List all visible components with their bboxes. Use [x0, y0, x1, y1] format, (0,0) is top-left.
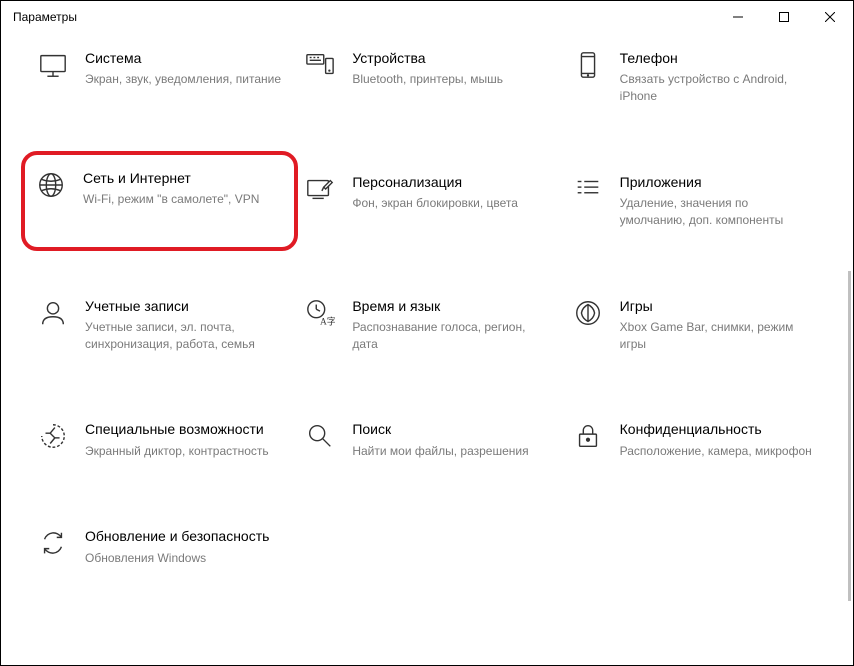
tile-title: Персонализация: [352, 173, 549, 191]
minimize-button[interactable]: [715, 1, 761, 33]
tile-title: Специальные возможности: [85, 420, 282, 438]
apps-icon: [572, 173, 604, 205]
search-icon: [304, 420, 336, 452]
tile-desc: Bluetooth, принтеры, мышь: [352, 71, 549, 88]
tile-desc: Найти мои файлы, разрешения: [352, 443, 549, 460]
privacy-icon: [572, 420, 604, 452]
tile-desc: Расположение, камера, микрофон: [620, 443, 817, 460]
update-icon: [37, 527, 69, 559]
gaming-icon: [572, 297, 604, 329]
tile-network[interactable]: Сеть и Интернет Wi-Fi, режим "в самолете…: [21, 151, 298, 251]
tile-accessibility[interactable]: Специальные возможности Экранный диктор,…: [31, 416, 288, 463]
settings-content: Система Экран, звук, уведомления, питани…: [1, 33, 853, 665]
time-language-icon: A字: [304, 297, 336, 329]
svg-text:A字: A字: [320, 315, 335, 327]
tile-time-language[interactable]: A字 Время и язык Распознавание голоса, ре…: [298, 293, 555, 357]
tile-search[interactable]: Поиск Найти мои файлы, разрешения: [298, 416, 555, 463]
maximize-button[interactable]: [761, 1, 807, 33]
accessibility-icon: [37, 420, 69, 452]
tile-apps[interactable]: Приложения Удаление, значения по умолчан…: [566, 169, 823, 233]
tile-desc: Xbox Game Bar, снимки, режим игры: [620, 319, 817, 353]
tile-system[interactable]: Система Экран, звук, уведомления, питани…: [31, 45, 288, 109]
tile-desc: Учетные записи, эл. почта, синхронизация…: [85, 319, 282, 353]
phone-icon: [572, 49, 604, 81]
tile-title: Учетные записи: [85, 297, 282, 315]
tile-desc: Экранный диктор, контрастность: [85, 443, 282, 460]
tile-title: Поиск: [352, 420, 549, 438]
tile-desc: Экран, звук, уведомления, питание: [85, 71, 282, 88]
tile-desc: Обновления Windows: [85, 550, 282, 567]
tile-phone[interactable]: Телефон Связать устройство с Android, iP…: [566, 45, 823, 109]
tile-title: Конфиденциальность: [620, 420, 817, 438]
network-icon: [35, 169, 67, 201]
scrollbar[interactable]: [848, 271, 851, 601]
window-title: Параметры: [13, 10, 77, 24]
tile-personalization[interactable]: Персонализация Фон, экран блокировки, цв…: [298, 169, 555, 233]
devices-icon: [304, 49, 336, 81]
tile-update[interactable]: Обновление и безопасность Обновления Win…: [31, 523, 288, 570]
tile-title: Время и язык: [352, 297, 549, 315]
tile-desc: Wi-Fi, режим "в самолете", VPN: [83, 191, 284, 208]
tile-title: Система: [85, 49, 282, 67]
tile-title: Телефон: [620, 49, 817, 67]
tile-title: Приложения: [620, 173, 817, 191]
tile-desc: Удаление, значения по умолчанию, доп. ко…: [620, 195, 817, 229]
tile-title: Игры: [620, 297, 817, 315]
tile-desc: Связать устройство с Android, iPhone: [620, 71, 817, 105]
close-button[interactable]: [807, 1, 853, 33]
tile-desc: Распознавание голоса, регион, дата: [352, 319, 549, 353]
tile-privacy[interactable]: Конфиденциальность Расположение, камера,…: [566, 416, 823, 463]
tile-title: Устройства: [352, 49, 549, 67]
titlebar: Параметры: [1, 1, 853, 33]
accounts-icon: [37, 297, 69, 329]
tile-title: Обновление и безопасность: [85, 527, 282, 545]
tile-devices[interactable]: Устройства Bluetooth, принтеры, мышь: [298, 45, 555, 109]
system-icon: [37, 49, 69, 81]
personalization-icon: [304, 173, 336, 205]
tile-desc: Фон, экран блокировки, цвета: [352, 195, 549, 212]
tile-accounts[interactable]: Учетные записи Учетные записи, эл. почта…: [31, 293, 288, 357]
tile-title: Сеть и Интернет: [83, 169, 284, 187]
tile-gaming[interactable]: Игры Xbox Game Bar, снимки, режим игры: [566, 293, 823, 357]
